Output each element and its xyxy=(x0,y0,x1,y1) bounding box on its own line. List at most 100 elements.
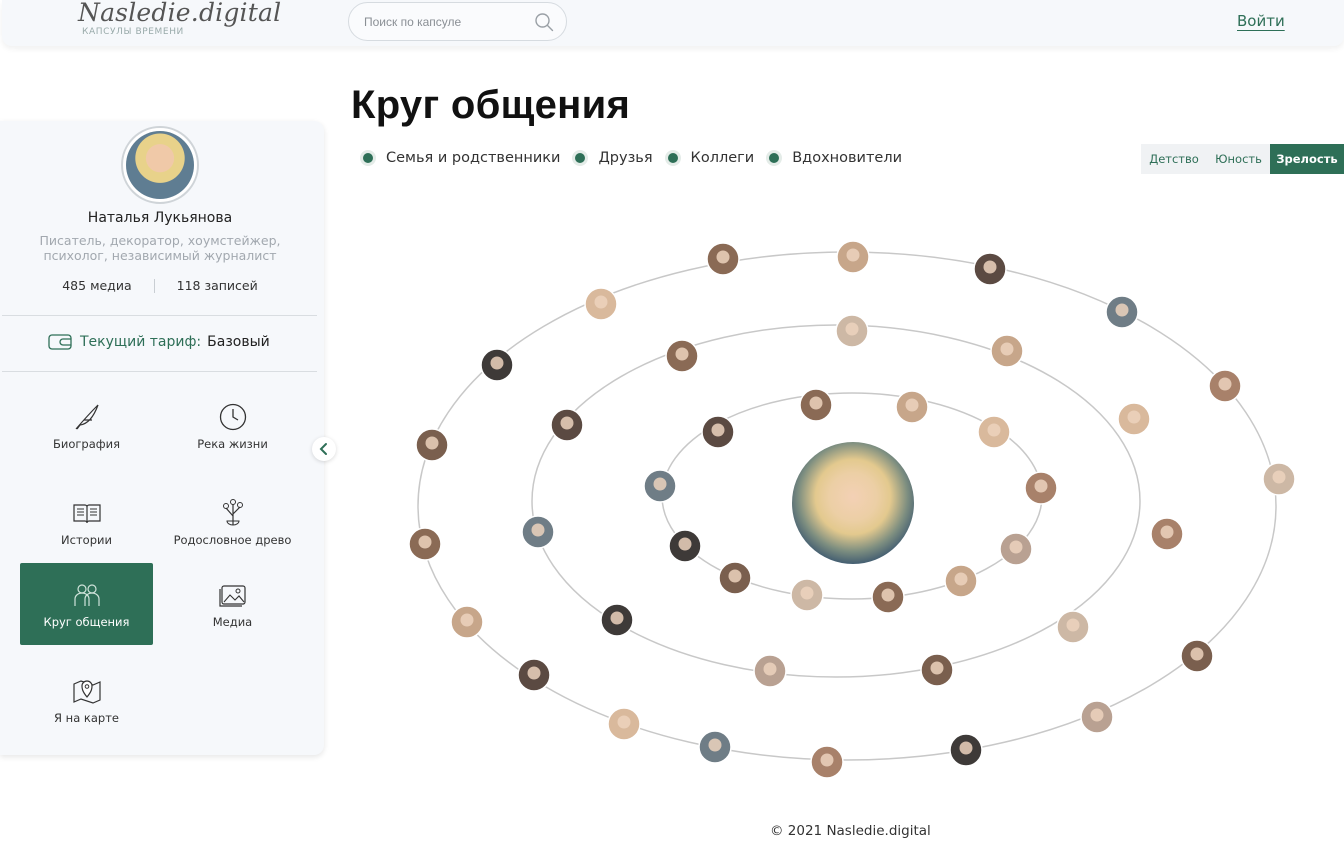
menu-item-label: Медиа xyxy=(212,614,253,629)
contact-avatar-face xyxy=(800,586,814,600)
sidebar-divider xyxy=(2,371,317,372)
contact-avatar-face xyxy=(820,753,834,767)
footer-copyright: © 2021 Nasledie.digital xyxy=(770,823,931,839)
search-box xyxy=(348,2,567,41)
top-header: Nasledie.digital КАПСУЛЫ ВРЕМЕНИ Войти xyxy=(2,0,1344,46)
contact-avatar-face xyxy=(1272,470,1286,484)
contact-avatar-face xyxy=(716,250,730,264)
contact-avatar-face xyxy=(1000,342,1014,356)
contact-avatar-face xyxy=(1160,525,1174,539)
contact-avatar-face xyxy=(1066,618,1080,632)
family-tree-icon xyxy=(222,498,243,525)
legend-label: Коллеги xyxy=(690,150,755,166)
menu-item-label: Родословное древо xyxy=(173,532,292,547)
wallet-icon xyxy=(48,334,72,350)
contact-avatar-face xyxy=(678,537,692,551)
contact-avatar-face xyxy=(653,477,667,491)
contact-avatar-face xyxy=(881,588,895,602)
menu-item-label: Биография xyxy=(52,436,120,451)
legend-dot xyxy=(766,150,783,166)
people-icon xyxy=(73,583,100,606)
legend-label: Вдохновители xyxy=(792,150,903,166)
feather-icon xyxy=(75,404,99,429)
avatar xyxy=(121,126,199,204)
tariff-value: Базовый xyxy=(207,334,270,350)
legend-dot xyxy=(572,150,589,166)
logo-subtitle: КАПСУЛЫ ВРЕМЕНИ xyxy=(82,27,184,37)
profile-name: Наталья Лукьянова xyxy=(87,210,233,226)
search-icon[interactable] xyxy=(534,12,554,32)
profile-stats: 485 медиа 118 записей xyxy=(0,278,320,293)
contact-avatar-face xyxy=(905,398,919,412)
legend-dot xyxy=(664,150,681,166)
period-tabs: Детство Юность Зрелость xyxy=(1141,144,1344,174)
contact-avatar-face xyxy=(1218,377,1232,391)
stats-divider xyxy=(153,279,155,293)
legend-dot xyxy=(360,150,376,166)
tab-youth[interactable]: Юность xyxy=(1207,144,1270,174)
contact-avatar-face xyxy=(1034,479,1048,493)
legend-family[interactable]: Семья и родственники xyxy=(360,150,560,166)
menu-item-media[interactable]: Медиа xyxy=(166,563,299,645)
chevron-left-icon xyxy=(319,443,327,455)
menu-item-social-circle[interactable]: Круг общения xyxy=(20,563,153,645)
profile-sidebar: Наталья Лукьянова Писатель, декоратор, х… xyxy=(0,121,324,755)
contact-avatar-face xyxy=(460,613,474,627)
contact-avatar-face xyxy=(711,423,725,437)
contact-avatar-face xyxy=(809,396,823,410)
contact-avatar-face xyxy=(846,248,860,262)
login-link[interactable]: Войти xyxy=(1237,12,1285,30)
menu-item-label: Я на карте xyxy=(54,710,119,725)
social-circle-diagram xyxy=(408,240,1296,779)
book-icon xyxy=(72,503,101,523)
contact-avatar-face xyxy=(594,295,608,309)
contact-avatar-face xyxy=(527,666,541,680)
contact-avatar-face xyxy=(1090,708,1104,722)
media-count: 485 медиа xyxy=(62,278,132,293)
contact-avatar-face xyxy=(560,416,574,430)
legend-label: Друзья xyxy=(598,150,653,166)
contact-avatar-face xyxy=(490,356,504,370)
contact-avatar-face xyxy=(845,322,859,336)
contact-avatar-face xyxy=(959,741,973,755)
site-logo[interactable]: Nasledie.digital КАПСУЛЫ ВРЕМЕНИ xyxy=(78,0,282,37)
contact-avatar-face xyxy=(1115,303,1129,317)
tab-maturity[interactable]: Зрелость xyxy=(1270,144,1344,174)
menu-item-map[interactable]: Я на карте xyxy=(20,659,153,741)
contact-avatar-face xyxy=(675,347,689,361)
page-title: Круг общения xyxy=(351,83,631,127)
center-person-avatar[interactable] xyxy=(790,440,916,566)
menu-item-label: Истории xyxy=(61,532,112,547)
contact-avatar-face xyxy=(708,738,722,752)
contact-avatar-face xyxy=(1190,647,1204,661)
tariff-info: Текущий тариф: Базовый xyxy=(48,334,270,350)
contact-avatar-face xyxy=(1127,410,1141,424)
contact-avatar-face xyxy=(425,436,439,450)
contact-avatar-face xyxy=(954,572,968,586)
menu-item-family-tree[interactable]: Родословное древо xyxy=(166,481,299,563)
search-input[interactable] xyxy=(364,12,529,32)
menu-item-life-river[interactable]: Река жизни xyxy=(166,385,299,467)
contact-avatar-face xyxy=(763,662,777,676)
legend-colleagues[interactable]: Коллеги xyxy=(664,150,755,166)
legend-inspirers[interactable]: Вдохновители xyxy=(766,150,902,166)
category-legend: Семья и родственники Друзья Коллеги Вдох… xyxy=(360,150,914,166)
menu-item-biography[interactable]: Биография xyxy=(20,385,153,467)
tab-childhood[interactable]: Детство xyxy=(1141,144,1207,174)
contact-avatar-face xyxy=(610,611,624,625)
contact-avatar-face xyxy=(617,715,631,729)
menu-item-label: Река жизни xyxy=(197,436,268,451)
contact-avatar-face xyxy=(531,523,545,537)
contact-avatar-face xyxy=(418,535,432,549)
menu-item-stories[interactable]: Истории xyxy=(20,481,153,563)
logo-text: Nasledie.digital xyxy=(78,0,282,27)
legend-friends[interactable]: Друзья xyxy=(572,150,653,166)
tariff-label: Текущий тариф: xyxy=(80,334,202,350)
profile-description: Писатель, декоратор, хоумстейжер, психол… xyxy=(39,233,281,263)
contact-avatar-face xyxy=(987,423,1001,437)
images-icon xyxy=(218,584,246,607)
legend-label: Семья и родственники xyxy=(386,150,561,166)
menu-item-label: Круг общения xyxy=(43,614,130,629)
records-count: 118 записей xyxy=(176,278,258,293)
contact-avatar-face xyxy=(930,661,944,675)
